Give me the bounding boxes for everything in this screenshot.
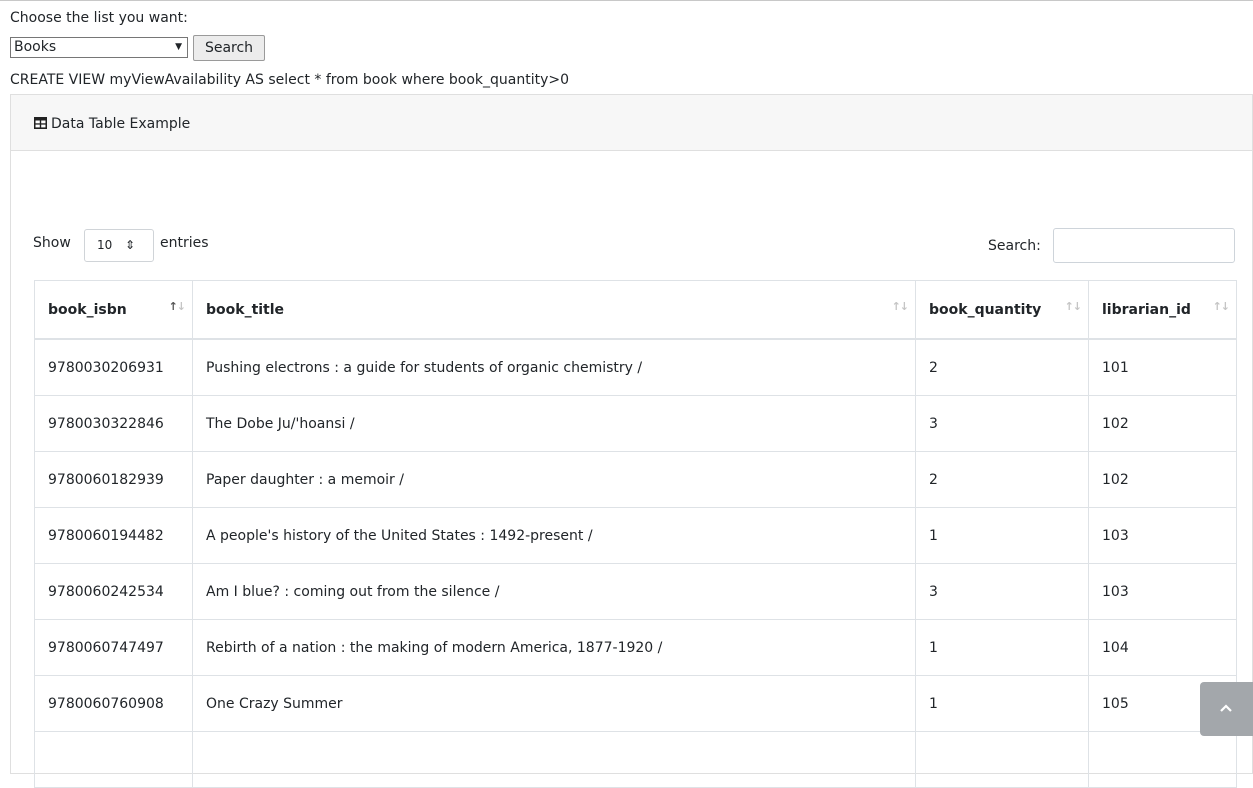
data-table: book_isbn ↑↓ book_title ↑↓ book_quantity… <box>34 280 1237 788</box>
column-header-label: book_isbn <box>48 301 127 318</box>
cell-librarian-id <box>1088 731 1237 788</box>
cell-book-isbn: 9780060760908 <box>34 675 193 732</box>
entries-label: entries <box>160 235 209 251</box>
cell-book-isbn: 9780060194482 <box>34 507 193 564</box>
table-row: 9780060760908 One Crazy Summer 1 105 <box>34 675 1237 732</box>
cell-book-isbn: 9780060182939 <box>34 451 193 508</box>
cell-book-quantity: 1 <box>915 507 1089 564</box>
cell-book-title: Paper daughter : a memoir / <box>192 451 916 508</box>
cell-book-title: One Crazy Summer <box>192 675 916 732</box>
scroll-to-top-button[interactable] <box>1200 682 1253 736</box>
sort-icon: ↑↓ <box>1212 300 1230 313</box>
cell-librarian-id: 102 <box>1088 451 1237 508</box>
list-select-value: Books <box>14 39 57 55</box>
cell-librarian-id: 103 <box>1088 563 1237 620</box>
sort-icon: ↑↓ <box>1064 300 1082 313</box>
table-row: 9780060194482 A people's history of the … <box>34 507 1237 564</box>
column-header-label: book_quantity <box>929 301 1042 318</box>
cell-book-title: The Dobe Ju/'hoansi / <box>192 395 916 452</box>
cell-book-quantity <box>915 731 1089 788</box>
table-search-input[interactable] <box>1053 228 1235 263</box>
cell-book-quantity: 2 <box>915 451 1089 508</box>
column-header-label: librarian_id <box>1102 301 1191 318</box>
sort-icon: ↑↓ <box>168 300 186 313</box>
column-header-book-quantity[interactable]: book_quantity ↑↓ <box>915 280 1089 340</box>
cell-book-quantity: 1 <box>915 675 1089 732</box>
search-button[interactable]: Search <box>193 35 265 61</box>
table-row: 9780060182939 Paper daughter : a memoir … <box>34 451 1237 508</box>
show-label: Show <box>33 235 71 251</box>
column-header-book-title[interactable]: book_title ↑↓ <box>192 280 916 340</box>
cell-book-isbn <box>34 731 193 788</box>
table-row <box>34 731 1237 788</box>
chevron-up-icon <box>1220 704 1232 712</box>
cell-book-quantity: 1 <box>915 619 1089 676</box>
cell-book-isbn: 9780060747497 <box>34 619 193 676</box>
dropdown-arrow-icon: ▼ <box>175 42 182 52</box>
cell-book-title: Pushing electrons : a guide for students… <box>192 338 916 396</box>
table-header-row: book_isbn ↑↓ book_title ↑↓ book_quantity… <box>34 280 1237 340</box>
cell-book-isbn: 9780030206931 <box>34 338 193 396</box>
column-header-librarian-id[interactable]: librarian_id ↑↓ <box>1088 280 1237 340</box>
cell-book-quantity: 3 <box>915 563 1089 620</box>
choose-list-label: Choose the list you want: <box>10 10 188 26</box>
table-row: 9780060747497 Rebirth of a nation : the … <box>34 619 1237 676</box>
updown-arrows-icon: ⇕ <box>124 238 135 252</box>
cell-book-isbn: 9780060242534 <box>34 563 193 620</box>
card-title-text: Data Table Example <box>51 116 191 132</box>
card-title: Data Table Example <box>34 115 190 133</box>
cell-book-title: A people's history of the United States … <box>192 507 916 564</box>
entries-length-select[interactable]: 10 ⇕ <box>84 229 154 262</box>
table-search-label: Search: <box>988 238 1041 254</box>
cell-book-isbn: 9780030322846 <box>34 395 193 452</box>
column-header-book-isbn[interactable]: book_isbn ↑↓ <box>34 280 193 340</box>
cell-book-title <box>192 731 916 788</box>
cell-librarian-id: 102 <box>1088 395 1237 452</box>
cell-librarian-id: 103 <box>1088 507 1237 564</box>
column-header-label: book_title <box>206 301 285 318</box>
top-divider <box>0 0 1253 1</box>
table-row: 9780030322846 The Dobe Ju/'hoansi / 3 10… <box>34 395 1237 452</box>
table-row: 9780060242534 Am I blue? : coming out fr… <box>34 563 1237 620</box>
cell-book-title: Rebirth of a nation : the making of mode… <box>192 619 916 676</box>
cell-book-title: Am I blue? : coming out from the silence… <box>192 563 916 620</box>
list-select[interactable]: Books ▼ <box>10 37 188 58</box>
cell-librarian-id: 104 <box>1088 619 1237 676</box>
card-header: Data Table Example <box>11 95 1252 151</box>
cell-librarian-id: 101 <box>1088 338 1237 396</box>
sort-icon: ↑↓ <box>891 300 909 313</box>
entries-length-value: 10 <box>97 238 113 252</box>
cell-book-quantity: 3 <box>915 395 1089 452</box>
table-row: 9780030206931 Pushing electrons : a guid… <box>34 338 1237 396</box>
table-icon <box>34 117 47 129</box>
sql-query-text: CREATE VIEW myViewAvailability AS select… <box>10 72 570 88</box>
cell-book-quantity: 2 <box>915 338 1089 396</box>
